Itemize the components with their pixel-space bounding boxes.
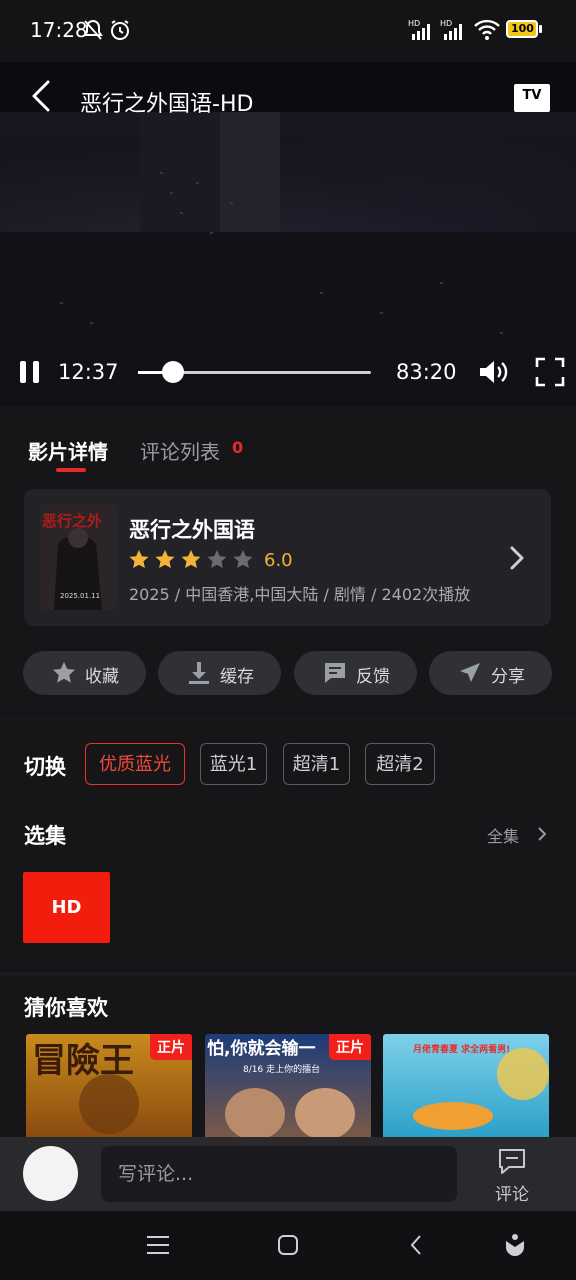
thumb-2-text: 怕,你就会输一	[207, 1038, 315, 1059]
battery-level: 100	[511, 22, 534, 35]
recommend-badge: 正片	[329, 1034, 371, 1060]
comments-count-badge: 0	[232, 438, 244, 457]
recommend-item-1[interactable]: 冒險王 正片	[26, 1034, 192, 1138]
poster-art: 恶行之外 2025.01.11	[40, 504, 117, 610]
avatar[interactable]	[23, 1146, 78, 1201]
feedback-icon	[325, 663, 345, 683]
signal-hd-icon-2: HD	[440, 19, 462, 40]
section-divider	[0, 972, 576, 976]
comment-input[interactable]: 写评论...	[101, 1146, 457, 1202]
divider	[0, 718, 576, 719]
chevron-right-icon[interactable]	[508, 545, 526, 571]
share-label: 分享	[491, 667, 525, 687]
recommend-label: 猜你喜欢	[24, 996, 108, 1020]
recommend-item-3[interactable]: 月佬青春夏 求全两看男!	[383, 1034, 549, 1138]
thumb-3-text: 月佬青春夏 求全两看男!	[412, 1043, 510, 1055]
download-label: 缓存	[220, 667, 254, 687]
poster-date: 2025.01.11	[60, 592, 100, 600]
episode-hd-button[interactable]: HD	[23, 872, 110, 943]
recommend-item-2[interactable]: 怕,你就会输一 8/16 走上你的擂台 正片	[205, 1034, 371, 1138]
alarm-icon	[111, 20, 129, 40]
source-button-4[interactable]: 超清2	[365, 743, 435, 785]
wifi-icon	[474, 19, 500, 40]
rating-value: 6.0	[264, 550, 293, 571]
rating-star-icon	[207, 550, 227, 568]
movie-poster: 恶行之外 2025.01.11	[40, 504, 117, 610]
chevron-right-icon[interactable]	[536, 825, 548, 843]
all-episodes-link[interactable]: 全集	[487, 823, 519, 847]
status-time: 17:28	[30, 18, 88, 42]
feedback-label: 反馈	[356, 667, 390, 687]
thumb-1-text: 冒險王	[32, 1041, 134, 1081]
thumb-2-sub: 8/16 走上你的擂台	[243, 1063, 320, 1075]
download-button[interactable]: 缓存	[158, 651, 281, 695]
current-time: 12:37	[58, 360, 119, 384]
tab-detail[interactable]: 影片详情	[28, 436, 108, 465]
tv-cast-button[interactable]: TV	[514, 84, 550, 112]
duration: 83:20	[396, 360, 457, 384]
tv-label: TV	[522, 88, 542, 103]
rating-star-icon	[155, 550, 175, 568]
svg-text:HD: HD	[440, 19, 452, 28]
source-button-2[interactable]: 蓝光1	[200, 743, 267, 785]
movie-meta: 2025 / 中国香港,中国大陆 / 剧情 / 2402次播放	[129, 585, 471, 604]
video-title: 恶行之外国语-HD	[80, 92, 254, 117]
rating-stars	[128, 549, 258, 575]
tab-comments[interactable]: 评论列表	[140, 436, 220, 465]
fullscreen-icon[interactable]	[535, 357, 565, 387]
assistant-icon[interactable]	[504, 1233, 526, 1257]
favorite-button[interactable]: 收藏	[23, 651, 146, 695]
pause-icon[interactable]	[18, 359, 42, 385]
recommend-badge: 正片	[150, 1034, 192, 1060]
share-send-icon	[460, 663, 480, 682]
download-icon	[189, 662, 209, 684]
rating-star-icon	[233, 550, 253, 568]
source-button-1[interactable]: 优质蓝光	[85, 743, 185, 785]
notifications-off-icon	[83, 19, 103, 40]
seek-handle[interactable]	[161, 361, 184, 383]
svg-text:HD: HD	[408, 19, 420, 28]
star-icon	[53, 662, 75, 683]
comment-button-label[interactable]: 评论	[495, 1180, 529, 1205]
episodes-label: 选集	[24, 824, 66, 848]
share-button[interactable]: 分享	[429, 651, 552, 695]
movie-title: 恶行之外国语	[129, 518, 255, 542]
tab-active-indicator	[56, 468, 86, 472]
source-button-3[interactable]: 超清1	[283, 743, 350, 785]
favorite-label: 收藏	[85, 667, 119, 687]
rating-star-icon	[129, 550, 149, 568]
comment-icon[interactable]	[497, 1146, 527, 1176]
battery-tip	[539, 25, 542, 33]
poster-title: 恶行之外	[42, 512, 102, 530]
signal-hd-icon: HD	[408, 19, 430, 40]
rating-star-icon	[181, 550, 201, 568]
volume-icon[interactable]	[478, 358, 510, 386]
back-icon[interactable]	[28, 78, 58, 114]
recommend-thumb-3: 月佬青春夏 求全两看男!	[412, 1043, 549, 1130]
home-icon[interactable]	[277, 1234, 299, 1256]
back-nav-icon[interactable]	[408, 1234, 424, 1256]
battery-icon: 100	[506, 20, 538, 38]
menu-icon[interactable]	[146, 1234, 170, 1256]
feedback-button[interactable]: 反馈	[294, 651, 417, 695]
switch-source-label: 切换	[24, 755, 66, 779]
